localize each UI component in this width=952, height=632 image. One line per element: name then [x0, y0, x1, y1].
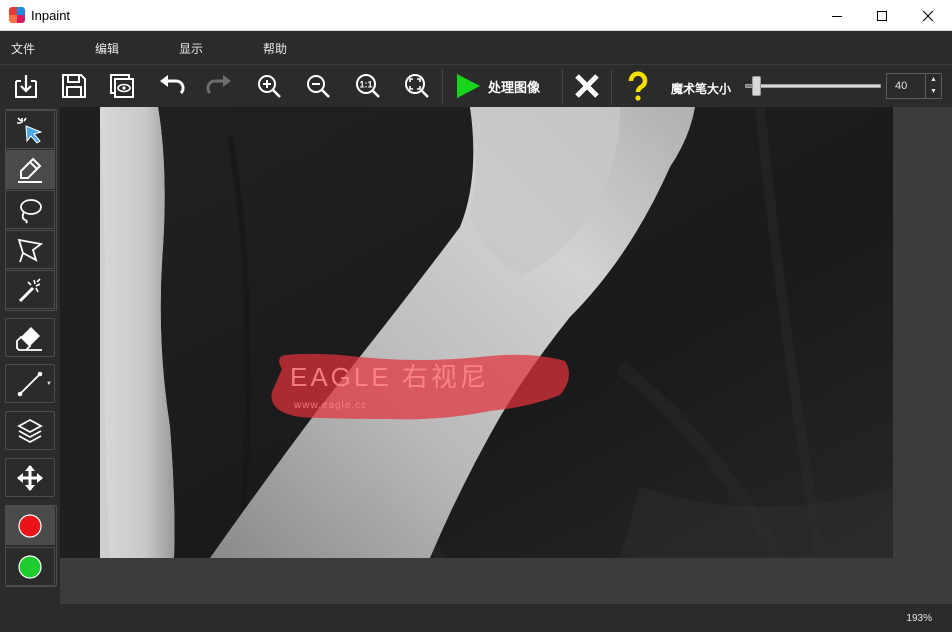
- minimize-button[interactable]: [814, 0, 860, 31]
- title-bar: Inpaint: [0, 0, 952, 31]
- toolbar-separator: [442, 69, 443, 105]
- open-button[interactable]: [8, 69, 44, 103]
- menu-file[interactable]: 文件: [11, 40, 35, 57]
- magic-wand-tool[interactable]: [5, 270, 55, 309]
- canvas-area[interactable]: EAGLE 右视尼 www.eagle.cc: [60, 107, 952, 604]
- play-icon: [457, 74, 480, 98]
- toolbar-separator: [562, 69, 563, 105]
- batch-view-button[interactable]: [104, 69, 140, 103]
- brush-size-label: 魔术笔大小: [671, 82, 732, 96]
- guide-line-icon: [17, 371, 43, 396]
- menu-bar: 文件 编辑 显示 帮助: [0, 31, 952, 62]
- watermark-text: EAGLE 右视尼: [290, 362, 489, 392]
- marker-icon: [18, 157, 42, 183]
- green-mark-tool[interactable]: [5, 547, 55, 586]
- menu-edit[interactable]: 编辑: [95, 40, 119, 57]
- undo-button[interactable]: [153, 69, 189, 103]
- move-tool[interactable]: [5, 458, 55, 497]
- spin-down-icon[interactable]: ▼: [926, 86, 941, 98]
- green-mark-icon: [18, 554, 42, 579]
- process-image-button[interactable]: 处理图像: [446, 68, 560, 104]
- zoom-level: 193%: [906, 613, 932, 624]
- menu-help[interactable]: 帮助: [263, 40, 287, 57]
- lasso-tool[interactable]: [5, 190, 55, 229]
- redo-button[interactable]: [202, 69, 238, 103]
- spinbox-arrows: ▲ ▼: [925, 74, 941, 98]
- photo-image: EAGLE 右视尼 www.eagle.cc: [60, 107, 893, 558]
- help-button[interactable]: [620, 69, 656, 103]
- open-icon: [15, 75, 37, 98]
- maximize-button[interactable]: [859, 0, 905, 31]
- zoom-out-icon: [307, 75, 330, 98]
- help-question-icon: [628, 71, 648, 101]
- actual-size-glyph: 1:1: [359, 80, 372, 90]
- zoom-in-icon: [258, 75, 281, 98]
- menu-view[interactable]: 显示: [179, 40, 203, 57]
- watermark-url: www.eagle.cc: [293, 400, 367, 411]
- save-icon: [62, 74, 86, 98]
- zoom-out-button[interactable]: [300, 69, 336, 103]
- actual-size-button[interactable]: 1:1: [350, 69, 386, 103]
- process-image-label: 处理图像: [488, 79, 541, 95]
- actual-size-icon: 1:1: [356, 74, 380, 98]
- close-button[interactable]: [905, 0, 951, 31]
- guide-line-tool[interactable]: ▼: [5, 364, 55, 403]
- close-icon: [922, 10, 934, 21]
- cancel-x-icon: [575, 74, 599, 98]
- undo-icon: [160, 75, 185, 95]
- polygon-lasso-tool[interactable]: [5, 230, 55, 269]
- brush-size-slider-thumb[interactable]: [751, 76, 761, 96]
- magic-wand-icon: [18, 277, 41, 302]
- layers-icon: [17, 418, 43, 443]
- polygon-lasso-icon: [17, 238, 44, 262]
- photo-canvas[interactable]: EAGLE 右视尼 www.eagle.cc: [60, 107, 893, 558]
- eraser-tool[interactable]: [5, 318, 55, 357]
- move-icon: [17, 464, 43, 491]
- status-bar: 193%: [0, 604, 952, 632]
- chevron-down-icon[interactable]: ▼: [46, 381, 52, 387]
- smart-select-tool[interactable]: [5, 110, 55, 149]
- toolbar-separator: [611, 69, 612, 105]
- cancel-button[interactable]: [569, 69, 605, 103]
- brush-size-spinbox[interactable]: 40 ▲ ▼: [886, 73, 942, 99]
- eraser-icon: [16, 326, 42, 351]
- save-button[interactable]: [56, 69, 92, 103]
- tool-panel: ▼: [4, 107, 58, 592]
- smart-select-icon: [17, 116, 43, 144]
- fit-window-icon: [405, 74, 429, 98]
- maximize-icon: [877, 10, 887, 21]
- lasso-icon: [20, 198, 42, 224]
- layers-tool[interactable]: [5, 411, 55, 450]
- zoom-in-button[interactable]: [251, 69, 287, 103]
- app-icon: [9, 7, 25, 23]
- brush-size-slider[interactable]: [745, 84, 881, 88]
- marker-tool[interactable]: [5, 150, 55, 189]
- red-mark-icon: [18, 513, 42, 538]
- fit-window-button[interactable]: [399, 69, 435, 103]
- redo-icon: [206, 75, 231, 95]
- red-mark-tool[interactable]: [5, 506, 55, 545]
- brush-size-value[interactable]: 40: [895, 80, 907, 92]
- minimize-icon: [832, 15, 842, 17]
- spin-up-icon[interactable]: ▲: [926, 74, 941, 86]
- app-window: Inpaint 文件 编辑 显示 帮助 1:1 处理图像 魔术笔大小 40 ▲ …: [0, 0, 952, 632]
- batch-view-icon: [110, 74, 134, 98]
- toolbar: 1:1 处理图像 魔术笔大小 40 ▲ ▼: [0, 64, 952, 106]
- window-title: Inpaint: [31, 8, 71, 23]
